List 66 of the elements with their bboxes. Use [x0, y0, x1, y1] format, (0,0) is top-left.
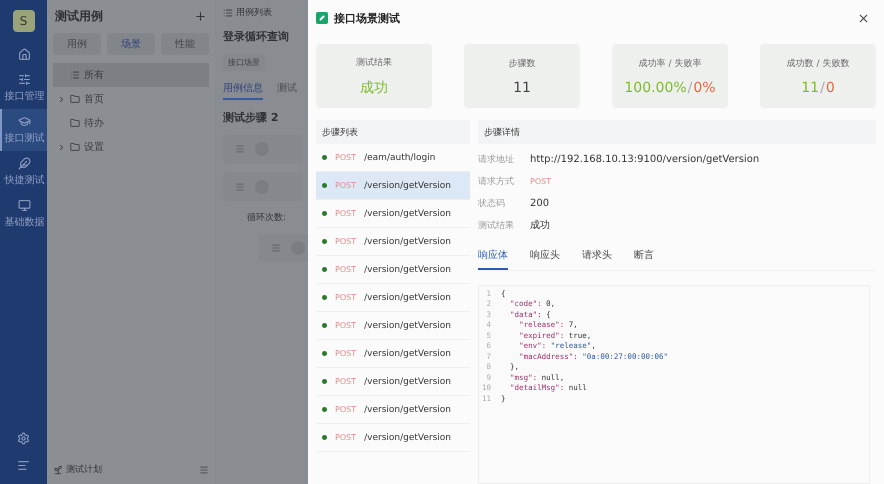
case-title: 登录循环查询	[223, 29, 290, 44]
step-row[interactable]: POST /version/getVersion	[316, 256, 470, 284]
stat-label: 成功率 / 失败率	[638, 58, 702, 70]
detail-tab[interactable]: 断言	[634, 244, 654, 270]
stat-label: 成功数 / 失败数	[786, 58, 850, 70]
step-row[interactable]: POST /version/getVersion	[316, 200, 470, 228]
list-icon	[223, 8, 233, 18]
step-row[interactable]: POST /version/getVersion	[316, 340, 470, 368]
stat-value: 100.00%/0%	[624, 80, 716, 96]
step-row[interactable]: POST /version/getVersion	[316, 312, 470, 340]
tree-item[interactable]: 首页	[53, 87, 209, 111]
field-value: 成功	[530, 218, 550, 232]
stat-value: 11/0	[801, 80, 835, 96]
stat-label: 步骤数	[508, 58, 536, 70]
drawer-title: 接口场景测试	[334, 10, 401, 26]
detail-tab[interactable]: 请求头	[582, 244, 612, 270]
main-header: 用例列表	[236, 6, 272, 19]
graduation-cap-icon	[18, 115, 31, 128]
list-icon	[70, 70, 80, 80]
menu-icon[interactable]	[199, 464, 209, 474]
folder-icon	[70, 94, 80, 104]
field-value: 200	[530, 198, 550, 208]
loop-label: 循环次数:	[246, 212, 288, 224]
case-tag: 接口场景	[223, 54, 265, 71]
detail-tab[interactable]: 响应体	[478, 244, 508, 270]
field-value: http://192.168.10.13:9100/version/getVersion	[530, 154, 760, 164]
section-header: 步骤详情	[478, 120, 876, 144]
field-label: 状态码	[478, 198, 506, 210]
field-value: POST	[530, 176, 552, 186]
step-row[interactable]: POST /version/getVersion	[316, 228, 470, 256]
folder-icon	[70, 142, 80, 152]
nav-item[interactable]: 快捷测试	[0, 151, 47, 193]
stat-value: 成功	[360, 78, 388, 96]
stat-value: 11	[513, 80, 531, 96]
sliders-icon	[18, 73, 31, 86]
user-avatar[interactable]: S	[12, 10, 34, 32]
app-logo-icon	[316, 12, 328, 24]
step-row[interactable]: POST /version/getVersion	[316, 284, 470, 312]
section-title: 测试步骤 2	[223, 110, 280, 125]
tree-item[interactable]: 设置	[53, 135, 209, 159]
feather-icon	[18, 157, 31, 170]
chevron-icon[interactable]	[57, 94, 66, 104]
step-row[interactable]: POST /version/getVersion	[316, 172, 470, 200]
step-row[interactable]: POST /version/getVersion	[316, 368, 470, 396]
section-header: 步骤列表	[316, 120, 470, 144]
nav-item[interactable]: 接口管理	[0, 67, 47, 109]
drag-icon[interactable]	[235, 182, 245, 192]
panel-title: 测试用例	[55, 8, 103, 25]
monitor-icon	[18, 199, 31, 212]
nav-item[interactable]: 基础数据	[0, 193, 47, 235]
settings-icon[interactable]	[17, 432, 30, 445]
detail-tab[interactable]: 响应头	[530, 244, 560, 270]
tree-item[interactable]: 待办	[53, 111, 209, 135]
test-plan-link[interactable]: 测试计划	[66, 463, 102, 476]
add-icon[interactable]	[194, 10, 207, 23]
nav-item[interactable]: 接口测试	[0, 109, 47, 151]
folder-icon	[70, 118, 80, 128]
close-icon[interactable]	[857, 12, 870, 24]
chevron-icon[interactable]	[57, 142, 66, 152]
home-icon	[18, 48, 31, 61]
stat-label: 测试结果	[356, 56, 392, 68]
step-row[interactable]: POST /version/getVersion	[316, 424, 470, 452]
drag-icon[interactable]	[235, 144, 245, 154]
step-row[interactable]: POST /version/getVersion	[316, 396, 470, 424]
drag-icon[interactable]	[271, 243, 281, 253]
menu-icon[interactable]	[17, 459, 30, 472]
